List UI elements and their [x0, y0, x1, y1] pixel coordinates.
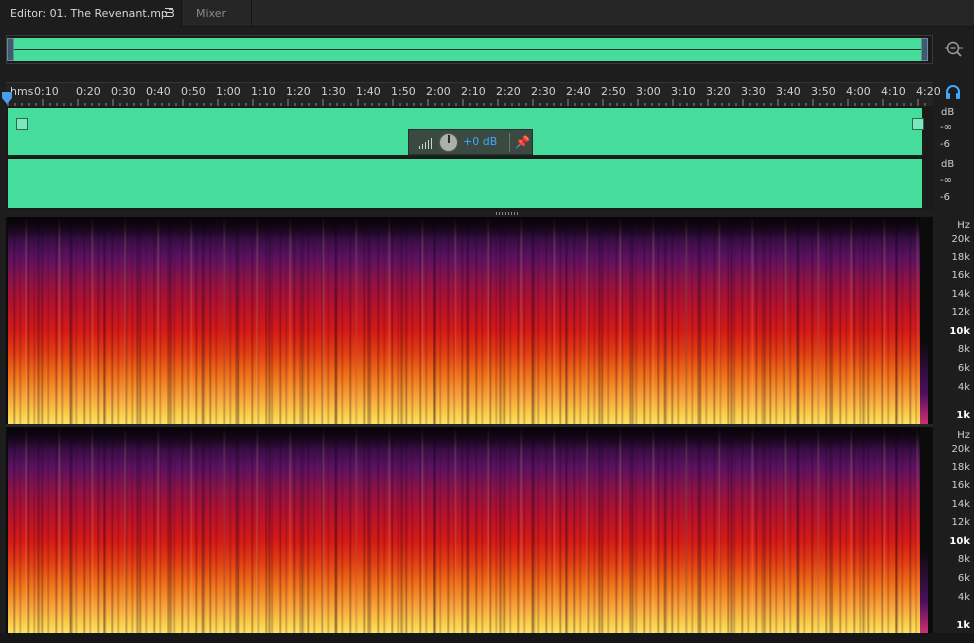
- hz-unit-label: Hz: [957, 220, 970, 231]
- ruler-time-label: 2:40: [566, 85, 591, 98]
- spectral-texture: [8, 427, 920, 633]
- db-inf-label: -∞: [940, 122, 952, 133]
- ruler-time-label: 0:40: [146, 85, 171, 98]
- hz-tick-label: 14k: [951, 499, 970, 510]
- hz-tick-label: 14k: [951, 289, 970, 300]
- hz-unit-label: Hz: [957, 430, 970, 441]
- ruler-time-label: 2:20: [496, 85, 521, 98]
- hz-tick-label: 16k: [951, 270, 970, 281]
- hz-tick-label: 1k: [956, 620, 970, 631]
- panel-resize-grip[interactable]: [496, 212, 518, 215]
- tab-editor-label: Editor: 01. The Revenant.mp3: [10, 7, 175, 20]
- ruler-time-label: 4:10: [881, 85, 906, 98]
- hz-tick-label: 18k: [951, 462, 970, 473]
- hz-tick-label: 8k: [957, 344, 970, 355]
- ruler-time-label: 2:50: [601, 85, 626, 98]
- ruler-time-label: 2:00: [426, 85, 451, 98]
- menu-icon[interactable]: [165, 8, 173, 18]
- ruler-time-label: 4:20: [916, 85, 941, 98]
- ruler-time-label: 3:00: [636, 85, 661, 98]
- ruler-time-label: 1:20: [286, 85, 311, 98]
- overview-right-handle[interactable]: [921, 38, 928, 61]
- tab-mixer-label: Mixer: [196, 7, 227, 20]
- hz-tick-label: 8k: [957, 554, 970, 565]
- spectral-top-fade: [8, 427, 920, 449]
- ruler-time-label: 0:20: [76, 85, 101, 98]
- ruler-time-label: 3:30: [741, 85, 766, 98]
- ruler-time-label: 0:30: [111, 85, 136, 98]
- db-inf-label: -∞: [940, 175, 952, 186]
- hz-tick-label: 6k: [957, 363, 970, 374]
- ruler-time-label: 3:40: [776, 85, 801, 98]
- db-unit-label: dB: [941, 107, 955, 118]
- db-minus6-label: -6: [940, 192, 950, 203]
- waveform-channel-right: [8, 159, 922, 208]
- overview-left-handle[interactable]: [7, 38, 14, 61]
- hz-tick-label: 16k: [951, 480, 970, 491]
- waveform-editor[interactable]: [6, 106, 933, 210]
- overview-navigator[interactable]: [6, 35, 933, 64]
- hz-tick-label: 18k: [951, 252, 970, 263]
- volume-knob[interactable]: [439, 133, 458, 152]
- level-bars-icon: [419, 138, 432, 149]
- db-unit-label: dB: [941, 159, 955, 170]
- ruler-time-label: 1:40: [356, 85, 381, 98]
- time-ruler[interactable]: hms 0:10 0:20 0:30 0:40 0:50 1:00 1:10 1:20 1:30 1…: [6, 82, 941, 107]
- hz-tick-label: 12k: [951, 517, 970, 528]
- pin-icon[interactable]: 📌: [515, 135, 530, 149]
- hud-separator: [509, 133, 510, 152]
- ruler-time-label: 1:00: [216, 85, 241, 98]
- db-minus6-label: -6: [940, 139, 950, 150]
- hz-tick-label: 6k: [957, 573, 970, 584]
- spectrogram-right[interactable]: [6, 427, 933, 633]
- spectral-end-edge: [920, 427, 928, 633]
- hz-tick-label: 4k: [957, 382, 970, 393]
- ruler-time-label: 3:10: [671, 85, 696, 98]
- spectrogram-left[interactable]: [6, 217, 933, 424]
- hz-tick-label: 20k: [951, 234, 970, 245]
- fade-in-handle[interactable]: [16, 118, 28, 130]
- overview-centerline: [11, 49, 925, 50]
- hz-tick-label: 12k: [951, 307, 970, 318]
- ruler-time-label: 2:30: [531, 85, 556, 98]
- ruler-time-label: 1:10: [251, 85, 276, 98]
- headphones-icon[interactable]: [944, 84, 962, 100]
- frequency-axis-left: Hz 20k 18k 16k 14k 12k 10k 8k 6k 4k 1k: [933, 217, 974, 424]
- hz-tick-label: 4k: [957, 592, 970, 603]
- spectral-top-fade: [8, 217, 920, 239]
- tab-mixer[interactable]: Mixer: [182, 0, 252, 27]
- zoom-out-icon[interactable]: [944, 39, 964, 59]
- tab-bar: Editor: 01. The Revenant.mp3 Mixer: [0, 0, 974, 27]
- hz-tick-label: 10k: [949, 536, 970, 547]
- fade-out-handle[interactable]: [912, 118, 924, 130]
- spectral-end-edge: [920, 217, 928, 424]
- hz-tick-label: 10k: [949, 326, 970, 337]
- ruler-time-label: 3:20: [706, 85, 731, 98]
- ruler-time-label: 0:10: [34, 85, 59, 98]
- channel-separator: [8, 155, 922, 157]
- ruler-unit-label: hms: [10, 85, 34, 98]
- ruler-time-label: 4:00: [846, 85, 871, 98]
- ruler-time-label: 2:10: [461, 85, 486, 98]
- tab-editor[interactable]: Editor: 01. The Revenant.mp3: [0, 0, 182, 27]
- hz-tick-label: 1k: [956, 410, 970, 421]
- volume-hud: +0 dB 📌: [408, 129, 533, 155]
- playhead-marker[interactable]: [2, 92, 12, 104]
- frequency-axis-right: Hz 20k 18k 16k 14k 12k 10k 8k 6k 4k 1k: [933, 427, 974, 633]
- spectral-texture: [8, 217, 920, 424]
- hz-tick-label: 20k: [951, 444, 970, 455]
- ruler-time-label: 0:50: [181, 85, 206, 98]
- ruler-time-label: 3:50: [811, 85, 836, 98]
- volume-value[interactable]: +0 dB: [463, 135, 497, 148]
- ruler-time-label: 1:50: [391, 85, 416, 98]
- bottom-edge: [0, 633, 974, 643]
- ruler-time-label: 1:30: [321, 85, 346, 98]
